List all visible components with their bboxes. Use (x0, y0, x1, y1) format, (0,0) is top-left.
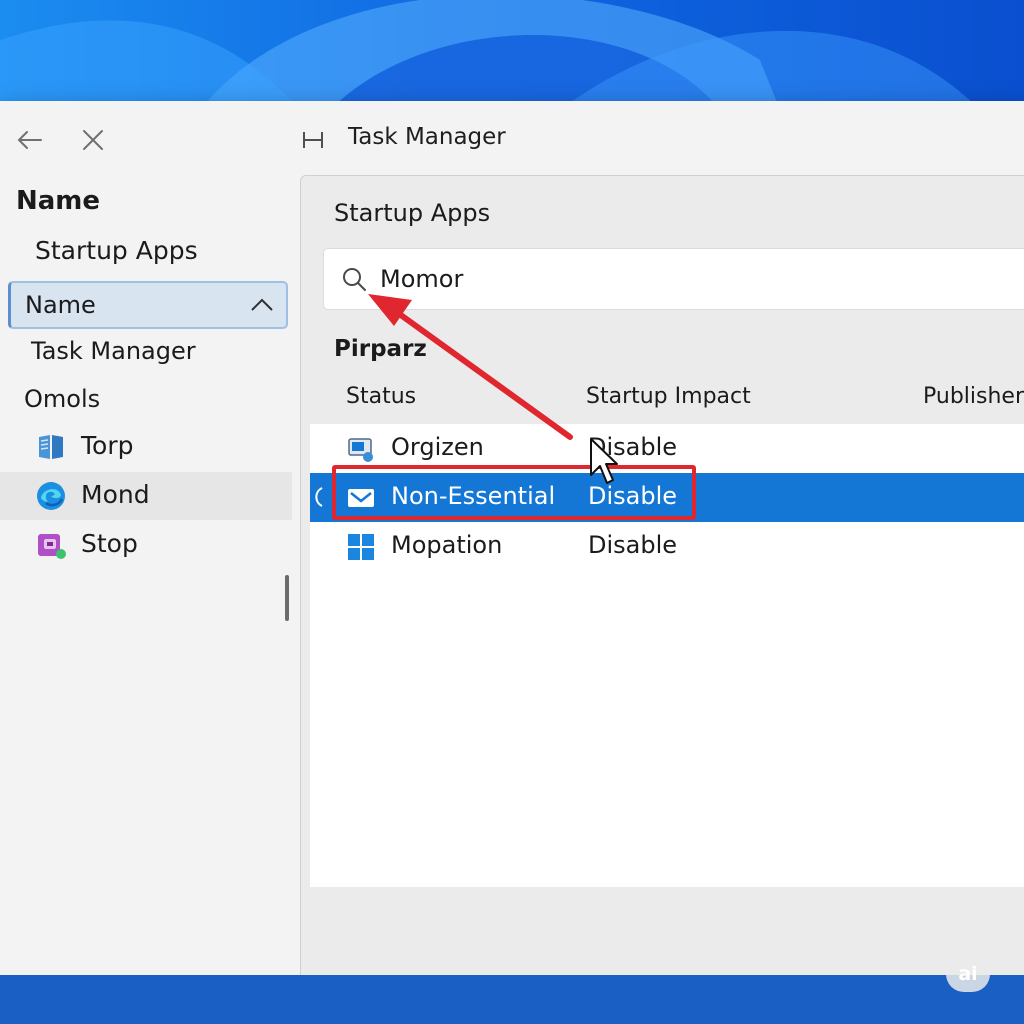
task-manager-app-icon (303, 132, 323, 148)
app-name: Orgizen (391, 433, 484, 461)
page-title: Startup Apps (334, 199, 491, 227)
back-arrow-icon[interactable] (14, 125, 44, 155)
sidebar-item-label: Torp (81, 431, 134, 460)
edge-icon (37, 482, 65, 510)
sidebar-item-task-manager[interactable]: Task Manager (31, 337, 196, 365)
column-header-startup-impact[interactable]: Startup Impact (586, 384, 751, 409)
column-header-publisher[interactable]: Publisher (923, 384, 1024, 409)
chevron-up-icon (251, 298, 273, 311)
windows-icon (348, 534, 374, 560)
ai-badge: ai (946, 956, 990, 992)
taskbar (0, 975, 1024, 1024)
monitor-icon (348, 438, 373, 462)
app-name: Mopation (391, 531, 503, 559)
sidebar-item-label: Mond (81, 480, 150, 509)
mouse-cursor-icon (590, 438, 618, 484)
sidebar-section-label: Omols (24, 385, 101, 413)
book-icon (39, 435, 63, 459)
title-bar: Task Manager (0, 101, 1024, 177)
search-input[interactable] (380, 261, 980, 297)
close-icon[interactable] (78, 125, 108, 155)
sidebar-item-torp[interactable]: Torp (0, 423, 292, 471)
sidebar-item-stop[interactable]: Stop (0, 521, 292, 569)
sidebar-item-mond[interactable]: Mond (0, 472, 292, 520)
app-box-icon (38, 534, 66, 559)
row-selection-indicator (315, 487, 323, 507)
sort-label: Name (25, 291, 96, 319)
sidebar-scrollbar[interactable] (285, 575, 289, 621)
table-row[interactable]: Mopation Disable (310, 522, 1024, 571)
main-content: Startup Apps Pirparz Status Startup Impa… (300, 175, 1024, 975)
sort-by-name-button[interactable]: Name (8, 281, 288, 329)
task-manager-window: Task Manager Name Startup Apps Name Task… (0, 101, 1024, 975)
group-label: Pirparz (334, 336, 427, 362)
sidebar: Name Startup Apps Name Task Manager Omol… (0, 177, 300, 975)
app-status: Disable (588, 531, 678, 559)
sidebar-heading: Name (16, 186, 101, 216)
sidebar-subheading[interactable]: Startup Apps (35, 236, 198, 265)
search-box[interactable] (323, 248, 1024, 310)
sidebar-item-label: Stop (81, 529, 138, 558)
highlight-box (332, 465, 696, 520)
column-header-status[interactable]: Status (346, 384, 416, 409)
window-title: Task Manager (348, 124, 506, 150)
search-icon (343, 268, 366, 291)
